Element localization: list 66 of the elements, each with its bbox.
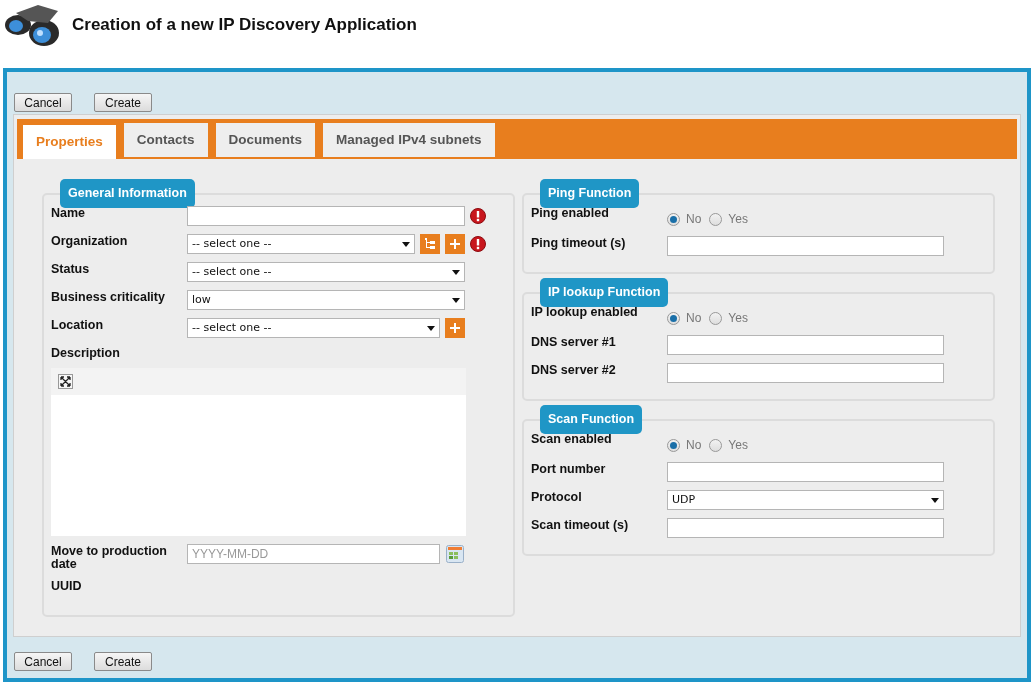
select-field[interactable]: -- select one -- <box>187 262 465 282</box>
field-label: Ping enabled <box>531 206 609 220</box>
plus-icon <box>450 239 460 249</box>
radio-label: Yes <box>728 310 748 327</box>
form-button[interactable]: Cancel <box>14 93 72 112</box>
field-label: Scan enabled <box>531 432 612 446</box>
field-label: DNS server #2 <box>531 363 616 377</box>
tab[interactable]: Documents <box>213 121 318 157</box>
section-title: General Information <box>60 179 195 208</box>
select-field[interactable]: -- select one -- <box>187 318 440 338</box>
select-field[interactable]: UDP <box>667 490 944 510</box>
dropdown-caret-icon <box>452 269 460 275</box>
form-button[interactable]: Cancel <box>14 652 72 671</box>
radio-button[interactable] <box>667 212 680 226</box>
select-field[interactable]: -- select one -- <box>187 234 415 254</box>
radio-button[interactable] <box>709 438 723 452</box>
radio-label: No <box>686 211 702 228</box>
radio-button[interactable] <box>667 311 680 325</box>
section-title: Scan Function <box>540 405 643 434</box>
select-field[interactable]: low <box>187 290 465 310</box>
radio-button[interactable] <box>709 212 723 226</box>
add-button[interactable] <box>445 318 465 338</box>
calendar-icon[interactable] <box>446 545 464 563</box>
text-field[interactable] <box>667 363 944 383</box>
form-button[interactable]: Create <box>94 652 152 671</box>
hierarchy-icon <box>424 238 436 250</box>
section-title: Ping Function <box>540 179 640 208</box>
field-label: Protocol <box>531 490 582 504</box>
field-label: Location <box>51 318 104 332</box>
radio-label: Yes <box>728 437 748 454</box>
tab[interactable]: Managed IPv4 subnets <box>321 121 497 157</box>
field-label: UUID <box>51 579 82 593</box>
text-field[interactable] <box>667 236 944 256</box>
date-field[interactable]: YYYY-MM-DD <box>187 544 440 564</box>
field-label: IP lookup enabled <box>531 305 638 319</box>
add-button[interactable] <box>445 234 465 254</box>
page-title: Creation of a new IP Discovery Application <box>72 14 417 36</box>
field-label: Move to production date <box>51 544 168 571</box>
field-label: Status <box>51 262 90 276</box>
dropdown-caret-icon <box>452 297 460 303</box>
radio-button[interactable] <box>709 311 723 325</box>
field-label: Organization <box>51 234 128 248</box>
section-title: IP lookup Function <box>540 278 669 307</box>
field-label: Name <box>51 206 86 220</box>
field-label: Ping timeout (s) <box>531 236 626 250</box>
radio-button[interactable] <box>667 438 680 452</box>
field-label: Business criticality <box>51 290 165 304</box>
field-label: Scan timeout (s) <box>531 518 629 532</box>
dropdown-caret-icon <box>402 241 410 247</box>
tab[interactable]: Contacts <box>121 121 210 157</box>
text-field[interactable] <box>667 335 944 355</box>
field-label: Description <box>51 346 120 360</box>
field-label: DNS server #1 <box>531 335 616 349</box>
fullscreen-icon[interactable] <box>58 374 73 389</box>
radio-label: No <box>686 437 702 454</box>
text-field[interactable] <box>667 518 944 538</box>
field-label: Port number <box>531 462 606 476</box>
plus-icon <box>450 323 460 333</box>
dropdown-caret-icon <box>931 497 939 503</box>
radio-label: No <box>686 310 702 327</box>
text-field[interactable] <box>667 462 944 482</box>
form-button[interactable]: Create <box>94 93 152 112</box>
radio-label: Yes <box>728 211 748 228</box>
dropdown-caret-icon <box>427 325 435 331</box>
tree-button[interactable] <box>420 234 440 254</box>
text-field[interactable] <box>187 206 465 226</box>
